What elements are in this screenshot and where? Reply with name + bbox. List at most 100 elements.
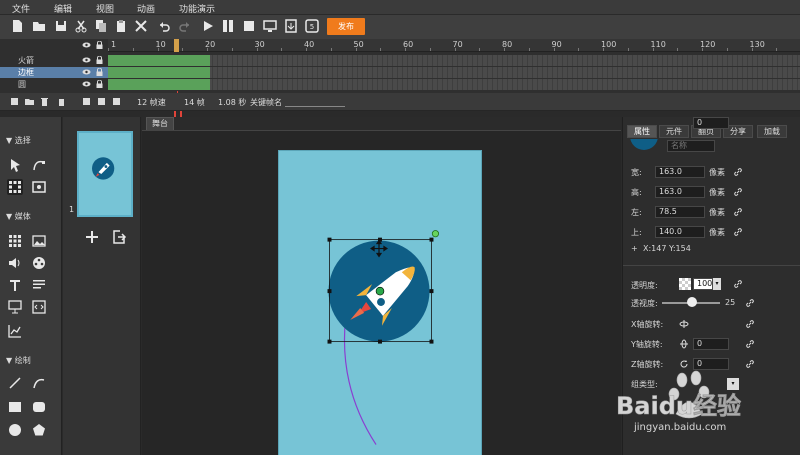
circle-icon[interactable] [7,422,23,438]
opacity-swatch[interactable] [679,278,691,290]
code-icon[interactable] [31,299,47,315]
arrow-select-icon[interactable] [7,157,23,173]
stage-canvas[interactable] [278,150,482,455]
object-name-input[interactable]: 名称 [667,140,715,152]
eye-icon[interactable] [82,56,91,64]
rectangle-icon[interactable] [7,399,23,415]
layer-folder-icon[interactable] [25,97,34,106]
link-icon[interactable] [745,339,755,349]
add-keyframe-icon[interactable] [97,97,106,106]
undo-icon[interactable] [157,19,171,33]
line-icon[interactable] [7,375,23,391]
polygon-icon[interactable] [31,422,47,438]
menu-view[interactable]: 视图 [96,2,114,15]
transform-icon[interactable] [7,179,23,195]
menu-demo[interactable]: 功能演示 [179,2,215,15]
timeline-ruler[interactable]: 1 10 20 30 40 50 60 70 80 90 100 110 120 130 [108,39,800,52]
cut-icon[interactable] [74,19,88,33]
width-input[interactable]: 163.0 [655,166,705,178]
video-icon[interactable] [31,255,47,271]
lock-icon[interactable] [96,55,103,64]
media-section-header[interactable]: ▼ 媒体 [0,211,62,225]
layer-frames[interactable] [108,55,800,66]
curve-icon[interactable] [31,375,47,391]
delete-layer-icon[interactable] [40,97,49,106]
props-tab[interactable]: 元件 [659,125,689,138]
scene-thumbnail[interactable] [77,131,133,217]
perspective-slider-knob[interactable] [687,297,697,307]
left-input[interactable]: 78.5 [655,206,705,218]
link-icon[interactable] [733,167,743,177]
lock-icon[interactable] [96,67,103,76]
opacity-input[interactable]: 100 [693,278,713,290]
lock-icon[interactable] [96,40,103,49]
add-frame-icon[interactable] [82,97,91,106]
top-input[interactable]: 140.0 [655,226,705,238]
pause-icon[interactable] [221,19,235,33]
delete-icon[interactable] [134,19,148,33]
link-icon[interactable] [733,227,743,237]
preview-icon[interactable] [263,19,277,33]
paragraph-icon[interactable] [31,277,47,293]
pivot-point[interactable] [375,286,385,296]
crop-icon[interactable] [31,179,47,195]
node-edit-icon[interactable] [31,157,47,173]
play-icon[interactable] [201,19,215,33]
link-icon[interactable] [745,319,755,329]
opacity-dropdown-icon[interactable]: ▾ [713,278,721,290]
save-icon[interactable] [54,19,68,33]
chart-icon[interactable] [7,323,23,339]
layer-row[interactable]: 边框 [0,67,108,78]
new-file-icon[interactable] [10,19,24,33]
add-scene-icon[interactable] [85,230,99,244]
y-rotation-input[interactable]: 0 [693,338,729,350]
layer-row[interactable]: 圆 [0,79,108,90]
import-scene-icon[interactable] [111,229,127,245]
link-icon[interactable] [733,207,743,217]
stop-icon[interactable] [242,19,256,33]
eye-icon[interactable] [82,80,91,88]
layer-frames[interactable] [108,79,800,90]
paste-icon[interactable] [114,19,128,33]
frame-span[interactable] [108,67,210,78]
layer-frames[interactable] [108,67,800,78]
draw-section-header[interactable]: ▼ 绘制 [0,355,62,369]
stage-tab[interactable]: 舞台 [146,117,174,130]
menu-edit[interactable]: 编辑 [54,2,72,15]
frame-span[interactable] [108,79,210,90]
copy-icon[interactable] [94,19,108,33]
html5-icon[interactable]: 5 [305,19,319,33]
rotate-handle[interactable] [431,230,440,238]
props-tab[interactable]: 属性 [627,125,657,138]
grid-widget-icon[interactable] [7,233,23,249]
text-icon[interactable] [7,277,23,293]
link-icon[interactable] [733,279,743,289]
image-icon[interactable] [31,233,47,249]
select-section-header[interactable]: ▼ 选择 [0,135,62,149]
frame-span[interactable] [108,55,210,66]
link-icon[interactable] [745,298,755,308]
keyframe-name-input[interactable] [285,96,345,107]
stage-viewport[interactable] [142,130,621,455]
open-file-icon[interactable] [32,19,46,33]
new-layer-icon[interactable] [10,97,19,106]
rounded-rect-icon[interactable] [31,399,47,415]
audio-icon[interactable] [7,255,23,271]
link-icon[interactable] [733,187,743,197]
presentation-icon[interactable] [7,299,23,315]
playhead-marker[interactable] [174,39,179,52]
remove-frame-icon[interactable] [112,97,121,106]
menu-file[interactable]: 文件 [12,2,30,15]
lock-icon[interactable] [96,79,103,88]
eye-icon[interactable] [82,41,91,49]
export-icon[interactable] [284,19,298,33]
trash-icon[interactable] [57,97,66,106]
layer-row[interactable]: 火箭 [0,55,108,66]
frame-rate[interactable]: 12 帧速 [137,97,166,108]
publish-button[interactable]: 发布 [327,18,365,35]
redo-icon[interactable] [178,19,192,33]
menu-animation[interactable]: 动画 [137,2,155,15]
height-input[interactable]: 163.0 [655,186,705,198]
props-tab[interactable]: 加载 [757,125,787,138]
eye-icon[interactable] [82,68,91,76]
